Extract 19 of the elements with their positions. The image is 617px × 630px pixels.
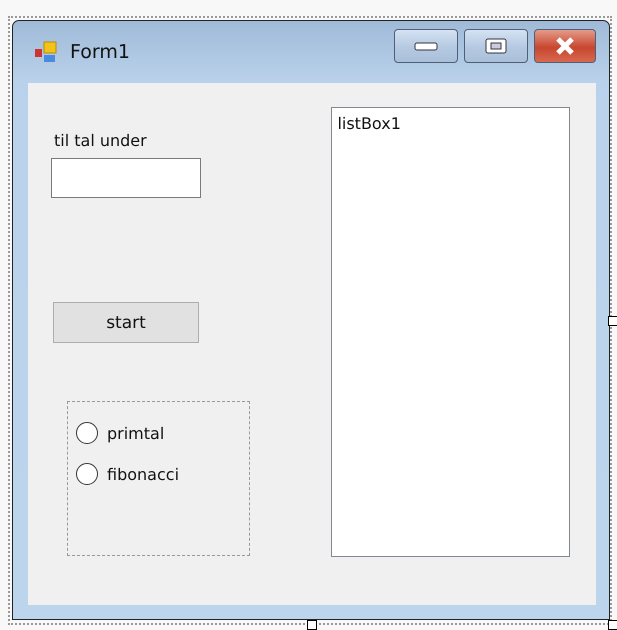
field-label: til tal under	[54, 131, 148, 150]
resize-handle[interactable]	[608, 316, 617, 326]
radio-button[interactable]	[76, 422, 98, 444]
radio-label[interactable]: fibonacci	[107, 464, 180, 484]
close-icon	[554, 37, 576, 55]
maximize-icon	[484, 37, 508, 55]
radio-button[interactable]	[76, 463, 98, 485]
maximize-button[interactable]	[464, 29, 528, 63]
window-title: Form1	[70, 41, 130, 63]
resize-handle[interactable]	[307, 620, 317, 630]
minimize-button[interactable]	[394, 29, 458, 63]
number-input[interactable]	[51, 158, 201, 198]
close-button[interactable]	[534, 29, 596, 63]
minimize-icon	[414, 41, 438, 51]
list-box[interactable]: listBox1	[331, 107, 570, 557]
list-item[interactable]: listBox1	[337, 114, 564, 133]
radio-label[interactable]: primtal	[107, 424, 164, 442]
start-button[interactable]: start	[53, 302, 199, 343]
resize-handle[interactable]	[608, 620, 617, 630]
